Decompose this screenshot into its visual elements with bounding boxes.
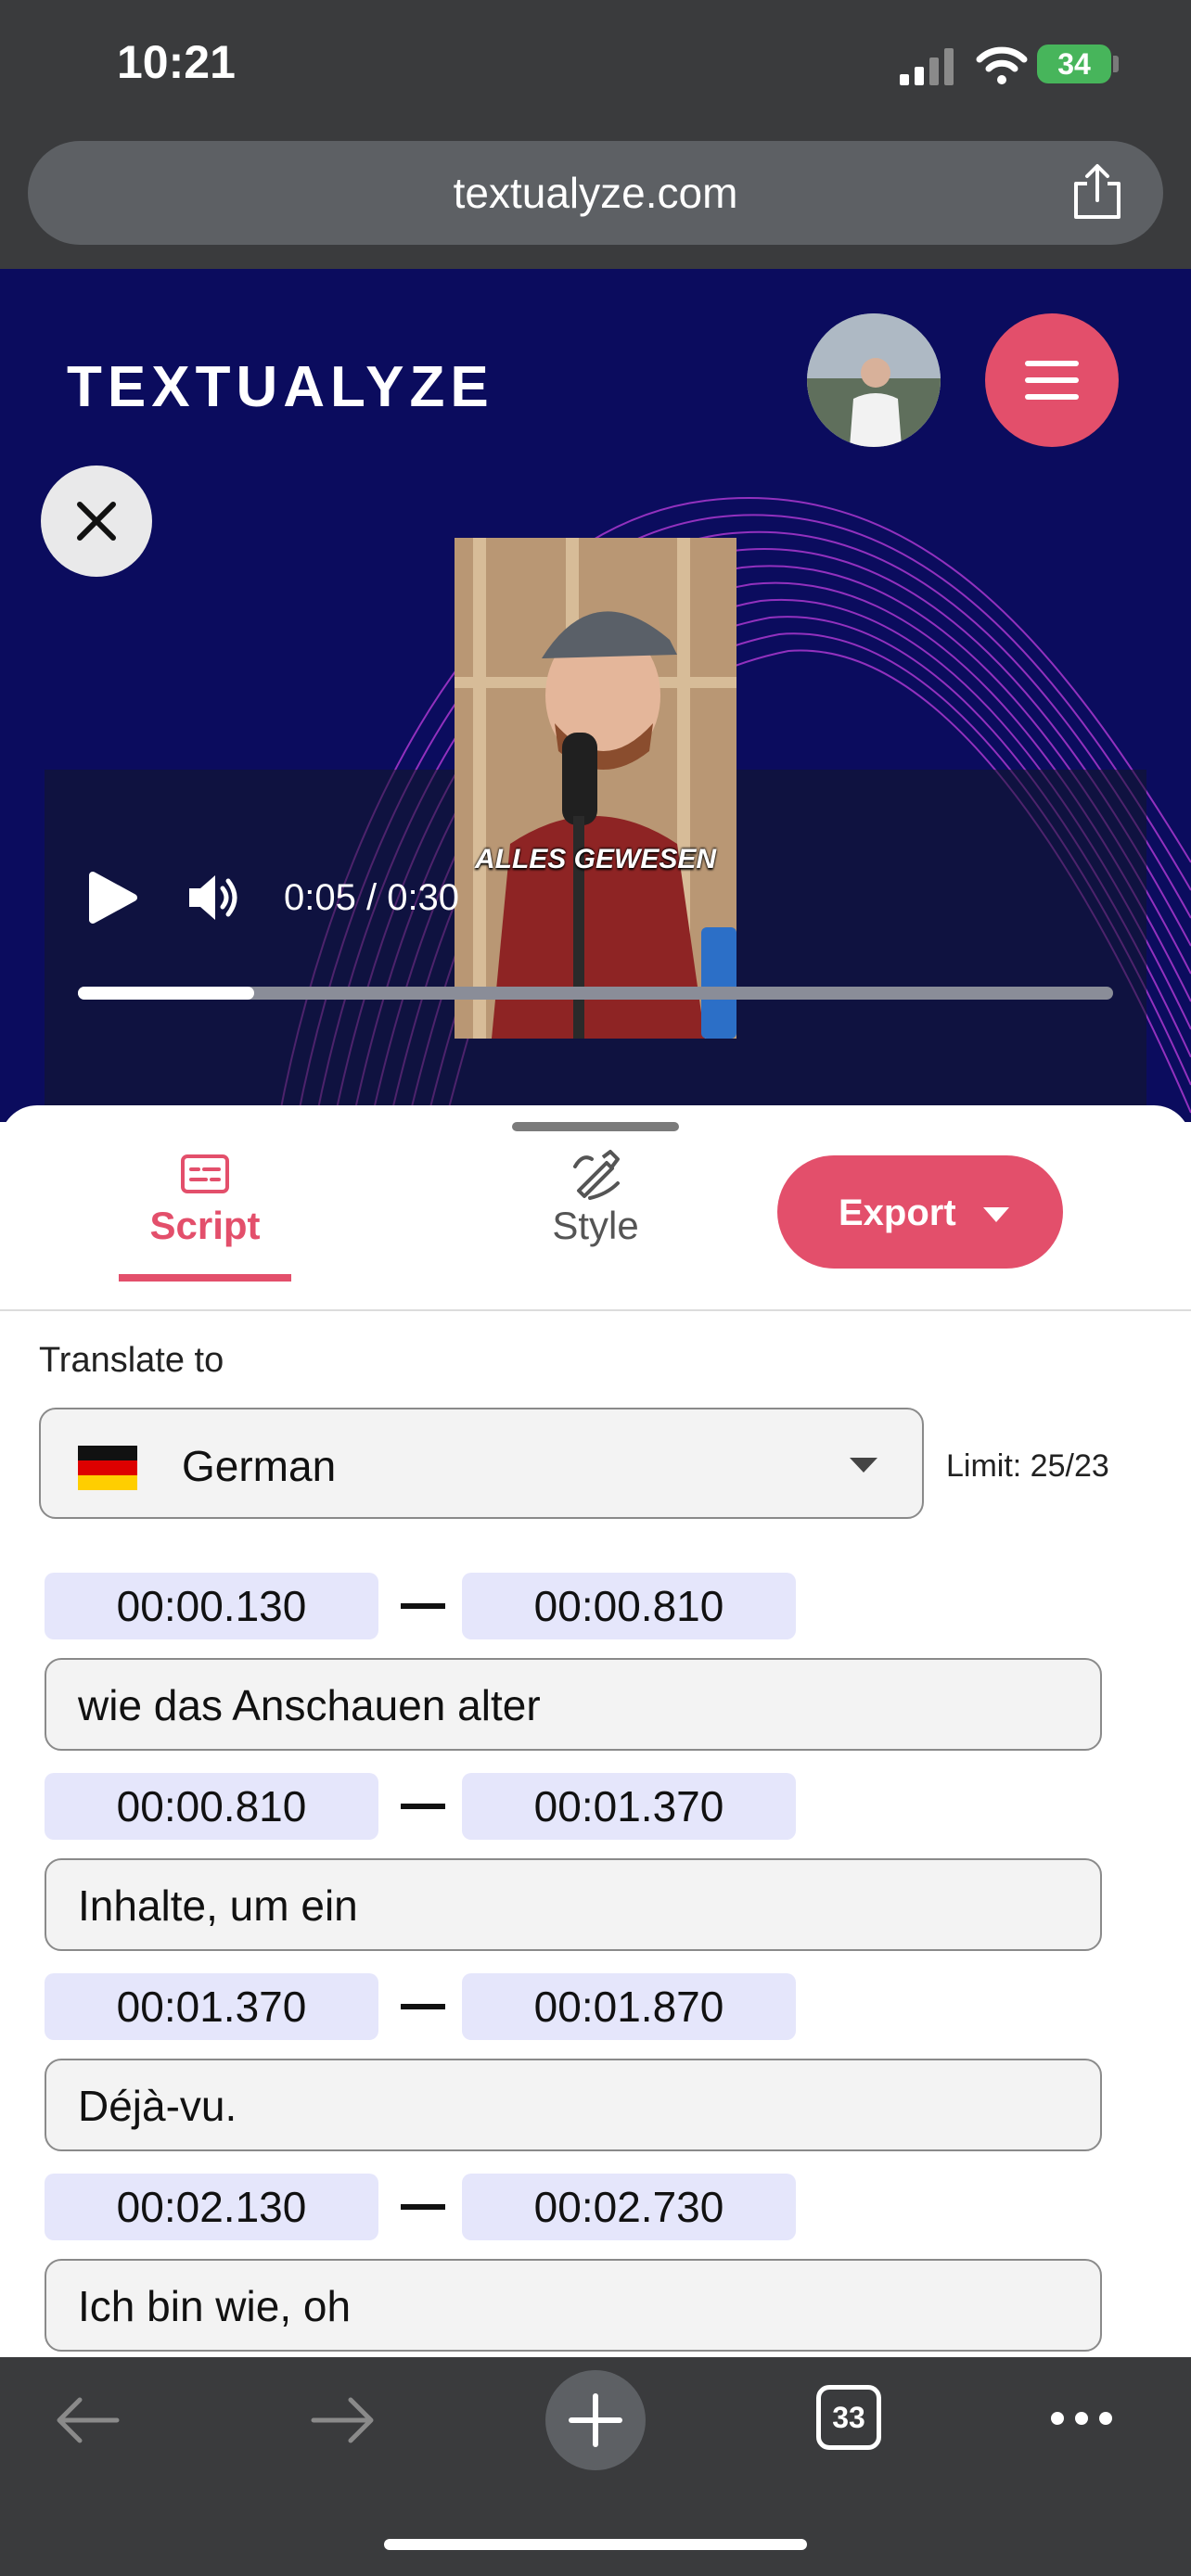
tab-style-label[interactable]: Style — [501, 1204, 690, 1248]
avatar-photo — [807, 313, 941, 447]
translate-label: Translate to — [39, 1341, 224, 1380]
time-separator — [401, 2204, 445, 2210]
play-icon[interactable] — [85, 870, 141, 925]
active-tab-indicator — [119, 1274, 291, 1282]
segment-start-time[interactable]: 00:02.130 — [45, 2174, 378, 2240]
video-frame[interactable] — [455, 538, 736, 1039]
menu-button[interactable] — [985, 313, 1119, 447]
brand-logo[interactable]: TEXTUALYZE — [67, 354, 494, 420]
more-icon[interactable] — [1048, 2407, 1115, 2429]
chevron-down-icon[interactable] — [983, 1207, 1009, 1222]
new-tab-button[interactable] — [545, 2370, 646, 2470]
home-indicator — [384, 2539, 807, 2550]
segment-text[interactable]: wie das Anschauen alter — [78, 1680, 541, 1730]
subtitles-icon — [181, 1154, 229, 1193]
language-select[interactable] — [39, 1408, 924, 1519]
forward-arrow-icon[interactable] — [310, 2394, 377, 2446]
battery-tip — [1113, 56, 1119, 72]
divider — [0, 1309, 1191, 1311]
video-thumbnail — [455, 538, 736, 1039]
back-arrow-icon[interactable] — [54, 2394, 121, 2446]
hero-section: TEXTUALYZE ALLES GEWESEN 0:05 / 0:30 — [0, 269, 1191, 1122]
tab-script-label[interactable]: Script — [119, 1204, 291, 1248]
user-avatar[interactable] — [807, 313, 941, 447]
selected-language[interactable]: German — [182, 1441, 336, 1491]
segment-text[interactable]: Inhalte, um ein — [78, 1881, 358, 1931]
tabs-button[interactable]: 33 — [816, 2385, 881, 2450]
time-separator — [401, 2004, 445, 2009]
video-caption: ALLES GEWESEN — [474, 844, 717, 874]
time-separator — [401, 1603, 445, 1609]
share-icon[interactable] — [1069, 163, 1126, 221]
segment-end-time[interactable]: 00:01.870 — [462, 1973, 796, 2040]
close-icon — [77, 502, 116, 541]
translation-limit: Limit: 25/23 — [946, 1448, 1109, 1484]
chevron-down-icon[interactable] — [850, 1458, 877, 1473]
segment-start-time[interactable]: 00:00.130 — [45, 1573, 378, 1639]
video-time: 0:05 / 0:30 — [284, 877, 460, 918]
german-flag-icon — [78, 1446, 137, 1490]
progress-fill — [78, 987, 254, 1000]
segment-start-time[interactable]: 00:01.370 — [45, 1973, 378, 2040]
segment-end-time[interactable]: 00:02.730 — [462, 2174, 796, 2240]
status-time: 10:21 — [117, 36, 236, 88]
segment-text[interactable]: Ich bin wie, oh — [78, 2281, 351, 2331]
url-text[interactable]: textualyze.com — [28, 141, 1163, 245]
close-button[interactable] — [41, 465, 152, 577]
brush-icon[interactable] — [570, 1148, 621, 1200]
wifi-icon — [976, 46, 1028, 84]
sheet-handle[interactable] — [512, 1122, 679, 1131]
volume-icon[interactable] — [186, 870, 245, 925]
export-label[interactable]: Export — [839, 1192, 956, 1234]
segment-end-time[interactable]: 00:01.370 — [462, 1773, 796, 1840]
plus-icon — [569, 2393, 622, 2447]
battery-icon: 34 — [1037, 45, 1111, 83]
segment-end-time[interactable]: 00:00.810 — [462, 1573, 796, 1639]
segment-start-time[interactable]: 00:00.810 — [45, 1773, 378, 1840]
hamburger-icon — [1025, 361, 1079, 400]
segment-text[interactable]: Déjà-vu. — [78, 2081, 237, 2131]
time-separator — [401, 1804, 445, 1809]
signal-icon — [900, 48, 954, 85]
